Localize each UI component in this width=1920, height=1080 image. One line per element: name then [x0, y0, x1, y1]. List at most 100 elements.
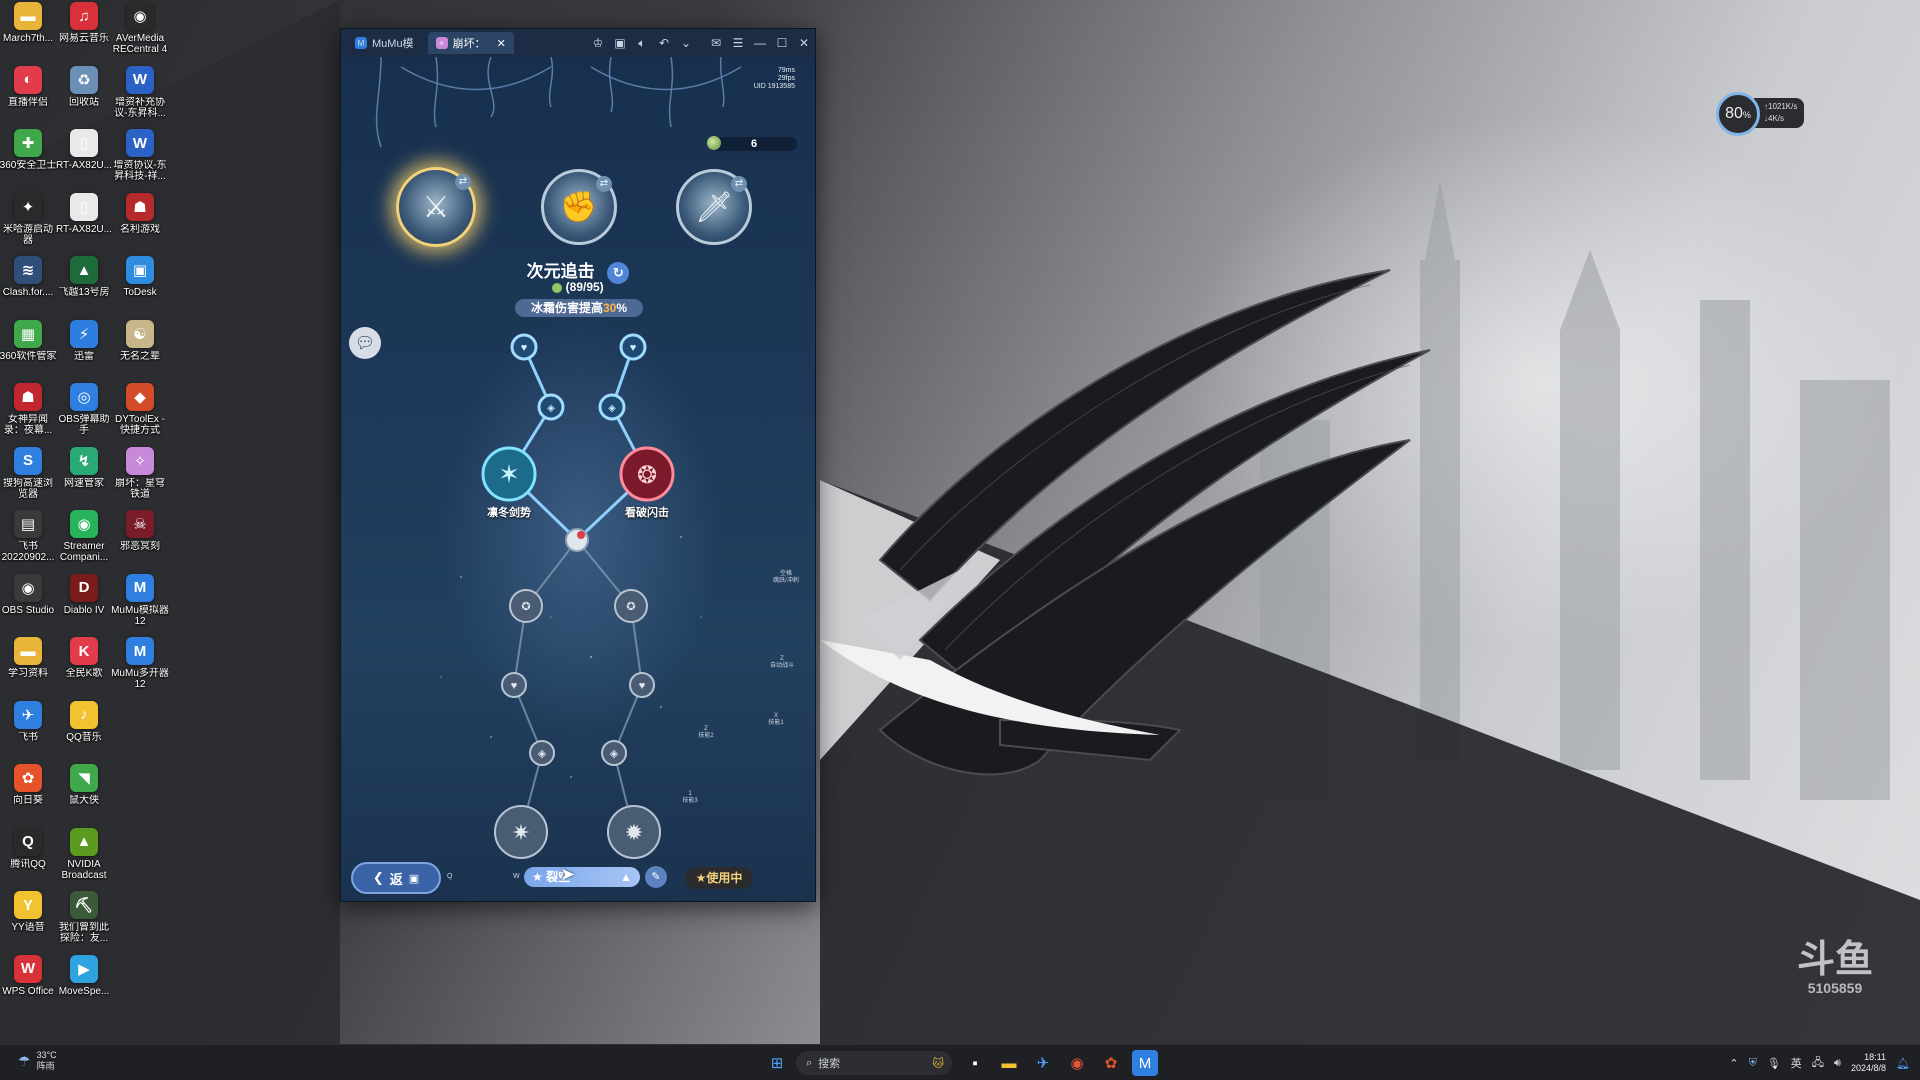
close-tab-icon[interactable]: ✕ — [497, 37, 506, 50]
desktop-icon[interactable]: ≋ Clash.for.... — [0, 256, 56, 318]
desktop-icon[interactable]: ☗ 名利游戏 — [112, 192, 168, 255]
performance-widget[interactable]: ↑1021K/s ↓4K/s 80% — [1716, 92, 1806, 136]
search-placeholder: 搜索 — [818, 1058, 841, 1070]
desktop-icon[interactable]: ◉ OBS Studio — [0, 573, 56, 636]
desktop-icon-label: 迅雷 — [74, 350, 94, 362]
desktop-icon[interactable]: ◆ DYToolEx - 快捷方式 — [112, 383, 168, 445]
desktop-icon[interactable]: ▯ RT-AX82U... — [56, 129, 112, 191]
desktop-icon[interactable]: ☯ 无名之辈 — [112, 319, 168, 382]
close-icon[interactable]: ✕ — [793, 32, 815, 54]
minimize-icon[interactable]: — — [749, 32, 771, 54]
chrome-icon[interactable]: ◉ — [1064, 1050, 1090, 1076]
tab-game[interactable]: ✧ 崩坏： ✕ — [427, 32, 514, 54]
desktop-icon[interactable]: ♻ 回收站 — [56, 65, 112, 128]
app-icon: ▬ — [14, 637, 42, 666]
svg-text:◈: ◈ — [610, 748, 619, 760]
app-icon: ♻ — [70, 65, 98, 94]
desktop-icon[interactable]: ▣ ToDesk — [112, 256, 168, 318]
desktop-icon[interactable]: ▬ March7th... — [0, 2, 56, 64]
app-icon: ✚ — [14, 129, 42, 158]
ping-text: 79ms — [777, 67, 795, 74]
desktop-icon[interactable]: M MuMu模拟器12 — [111, 573, 169, 636]
mail-icon[interactable]: ✉ — [705, 32, 727, 54]
desktop-icon[interactable]: ◉ Streamer Compani... — [56, 510, 112, 572]
desktop-icon[interactable]: ☗ 女神异闻录：夜幕... — [0, 383, 56, 445]
desktop-icon[interactable]: ✦ 米哈游启动器 — [0, 192, 56, 255]
svg-text:◈: ◈ — [547, 403, 555, 414]
skill-slot-1[interactable]: ⚔ ⇄ — [396, 167, 476, 247]
game-screen[interactable]: ♥ ♥ ◈ ◈ ✶ ❂ ✪ ✪ ♥ ♥ ◈ ◈ ✷ ✹ 79ms 29fps U… — [341, 57, 815, 901]
skill-slot-2[interactable]: ✊ ⇄ — [541, 169, 617, 245]
desktop-icon[interactable]: D Diablo IV — [56, 573, 112, 636]
desktop-icon[interactable]: ▲ NVIDIA Broadcast — [56, 827, 112, 890]
wallpaper-art — [0, 0, 1920, 1044]
maximize-icon[interactable]: ☐ — [771, 32, 793, 54]
desktop-icon[interactable]: ♪ QQ音乐 — [56, 700, 112, 763]
desktop-icon[interactable]: S 搜狗高速浏览器 — [0, 446, 56, 509]
desktop-icon[interactable]: ◎ OBS弹幕助手 — [56, 383, 112, 445]
tab-mumu[interactable]: M MuMu模 — [347, 32, 422, 54]
desktop-icon[interactable]: ▬ 学习资料 — [0, 637, 56, 699]
gamepad-icon[interactable]: ♔ — [587, 32, 609, 54]
emulator-titlebar[interactable]: M MuMu模 ✧ 崩坏： ✕ ♔ ▣ 🔈︎ ↶ ⌄ ✉ ☰ — ☐ ✕ — [341, 29, 815, 57]
swap-icon: ⇄ — [731, 176, 747, 192]
chevron-down-icon[interactable]: ⌄ — [675, 32, 697, 54]
desktop-icon[interactable]: ▲ 飞越13号房 — [56, 256, 112, 318]
feishu-icon[interactable]: ✈ — [1030, 1050, 1056, 1076]
back-button[interactable]: ❮ 返 ▣ — [351, 862, 441, 894]
desktop-icon[interactable]: ✈ 飞书 — [0, 700, 56, 763]
file-explorer-icon[interactable]: ▬ — [996, 1050, 1022, 1076]
volume-icon[interactable]: 🔊︎ — [1834, 1057, 1841, 1070]
start-button[interactable]: ⊞ — [764, 1050, 790, 1076]
desktop-icon[interactable]: ☠ 邪恶冥刻 — [112, 510, 168, 572]
desktop-icon[interactable]: ◐ 直播伴侣 — [0, 65, 56, 128]
desktop-icon-label: 直播伴侣 — [8, 96, 48, 108]
chat-icon[interactable]: 💬︎ — [349, 327, 381, 359]
svg-text:✹: ✹ — [625, 820, 643, 845]
desktop-icon[interactable]: ◉ AVerMedia RECentral 4 — [112, 2, 168, 64]
preset-selector[interactable]: ★ 裂空 ▲ — [524, 867, 640, 887]
desktop-icon-label: 无名之辈 — [120, 350, 160, 362]
back-arrow-icon[interactable]: ↶ — [653, 32, 675, 54]
desktop-icon[interactable]: ⛏ 我们曾到此探险：友... — [56, 891, 112, 953]
menu-icon[interactable]: ☰ — [727, 32, 749, 54]
chevron-up-icon[interactable]: ⌃ — [1729, 1057, 1738, 1070]
emulator-window[interactable]: M MuMu模 ✧ 崩坏： ✕ ♔ ▣ 🔈︎ ↶ ⌄ ✉ ☰ — ☐ ✕ ♥ ♥… — [340, 28, 816, 902]
desktop-icon[interactable]: ▤ 飞书 20220902... — [0, 510, 56, 572]
desktop-icon[interactable]: K 全民K歌 — [56, 637, 112, 699]
desktop-icon[interactable]: Y YY语音 — [0, 891, 56, 953]
desktop-icon[interactable]: W 增资补充协议-东昇科... — [112, 65, 168, 128]
desktop-icon[interactable]: ▶ MoveSpe... — [56, 954, 112, 1017]
desktop-icon[interactable]: ✿ 向日葵 — [0, 764, 56, 826]
microphone-icon[interactable]: 🎙︎ — [1767, 1057, 1781, 1070]
desktop-icon[interactable]: Q 腾讯QQ — [0, 827, 56, 890]
taskbar-search[interactable]: ⌕ 搜索 🐱︎ — [796, 1051, 952, 1075]
desktop-icon[interactable]: W WPS Office — [0, 954, 56, 1017]
skill-slot-3[interactable]: 🗡︎ ⇄ — [676, 169, 752, 245]
task-view-icon[interactable]: ▪ — [962, 1050, 988, 1076]
desktop-icon-label: 搜狗高速浏览器 — [3, 477, 53, 500]
edit-icon[interactable]: ✎ — [645, 866, 667, 888]
sunflower-icon[interactable]: ✿ — [1098, 1050, 1124, 1076]
notification-bell-icon[interactable]: 🔔︎ — [1896, 1057, 1910, 1070]
mumu-taskbar-icon[interactable]: M — [1132, 1050, 1158, 1076]
network-icon[interactable]: 🖧︎ — [1812, 1054, 1824, 1073]
desktop-icon[interactable]: W 增资协议-东昇科技-祥... — [112, 129, 168, 191]
screenshot-icon[interactable]: ▣ — [609, 32, 631, 54]
desktop-icon[interactable]: ♫ 网易云音乐 — [56, 2, 112, 64]
language-indicator[interactable]: 英 — [1791, 1055, 1802, 1071]
volume-icon[interactable]: 🔈︎ — [631, 32, 653, 54]
desktop-icon[interactable]: M MuMu多开器12 — [111, 637, 169, 699]
desktop-icon[interactable]: ⚡ 迅雷 — [56, 319, 112, 382]
weather-widget[interactable]: ☂ 33°C 阵雨 — [18, 1050, 57, 1072]
desktop-icon[interactable]: ✧ 崩坏：星穹铁道 — [112, 446, 168, 509]
desktop-icon[interactable]: ✚ 360安全卫士 — [0, 129, 56, 191]
desktop-icon-label: 我们曾到此探险：友... — [59, 922, 109, 945]
desktop-icon[interactable]: ◥ 鼠大侠 — [56, 764, 112, 826]
app-icon: ▶ — [70, 954, 98, 983]
desktop-icon[interactable]: ↯ 网速管家 — [56, 446, 112, 509]
desktop-icon[interactable]: ▯ RT-AX82U... — [56, 192, 112, 255]
desktop-icon[interactable]: ▦ 360软件管家 — [0, 319, 56, 382]
shield-icon[interactable]: ⛨ — [1749, 1057, 1757, 1070]
clock[interactable]: 18:11 2024/8/8 — [1851, 1052, 1886, 1074]
